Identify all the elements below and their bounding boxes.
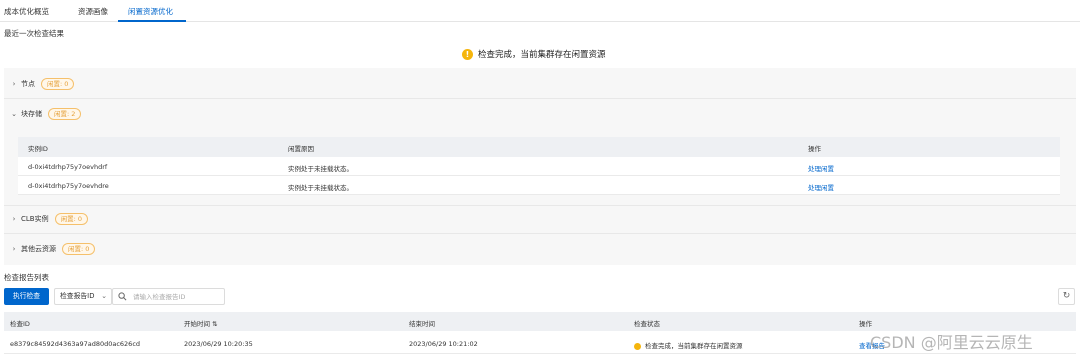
idle-count-badge: 闲置: 0 xyxy=(62,243,96,255)
report-list-title: 检查报告列表 xyxy=(4,273,49,282)
idle-count-badge: 闲置: 0 xyxy=(54,213,88,225)
column-header-idle-reason: 闲置原因 xyxy=(288,145,314,153)
category-other-cloud-header[interactable]: › 其他云资源 闲置: 0 xyxy=(10,240,1070,258)
report-id-filter-select[interactable]: 检查报告ID ⌄ xyxy=(54,288,112,305)
divider xyxy=(4,233,1076,234)
instance-id: d-0xi4tdrhp75y7oevhdre xyxy=(28,182,109,190)
table-row: d-0xi4tdrhp75y7oevhdrf 实例处于未挂载状态。 处理闲置 xyxy=(18,157,1060,176)
check-id: e8379c84592d4363a97ad80d0ac626cd xyxy=(10,340,141,348)
category-node-header[interactable]: › 节点 闲置: 0 xyxy=(10,75,1070,93)
start-time: 2023/06/29 10:20:35 xyxy=(184,340,253,348)
column-header-action: 操作 xyxy=(859,320,872,328)
check-result-panel: ! 检查完成，当前集群存在闲置资源 › 节点 闲置: 0 ⌄ 块存储 闲置: 2… xyxy=(4,40,1076,265)
search-icon xyxy=(118,292,127,301)
column-header-status: 检查状态 xyxy=(634,320,660,328)
category-label: 节点 xyxy=(21,80,35,88)
idle-reason: 实例处于未挂载状态。 xyxy=(288,184,353,192)
check-status-banner: ! 检查完成，当前集群存在闲置资源 xyxy=(4,40,1076,68)
tab-bar: 成本优化概览 资源画像 闲置资源优化 xyxy=(0,0,1080,22)
instance-id: d-0xi4tdrhp75y7oevhdrf xyxy=(28,163,108,171)
category-label: 其他云资源 xyxy=(21,245,56,253)
run-check-button[interactable]: 执行检查 xyxy=(4,288,49,305)
chevron-right-icon: › xyxy=(12,245,16,253)
select-value: 检查报告ID xyxy=(60,292,95,300)
column-header-action: 操作 xyxy=(808,145,821,153)
category-block-storage-header[interactable]: ⌄ 块存储 闲置: 2 xyxy=(10,105,1070,123)
tab-cost-overview[interactable]: 成本优化概览 xyxy=(4,6,49,17)
watermark: CSDN @阿里云云原生 xyxy=(870,333,1033,352)
check-status: 检查完成，当前集群存在闲置资源 xyxy=(634,340,743,350)
warning-status-icon xyxy=(634,342,641,350)
chevron-down-icon: ⌄ xyxy=(101,292,107,300)
handle-idle-link[interactable]: 处理闲置 xyxy=(808,163,834,173)
column-header-instance-id: 实例ID xyxy=(28,145,48,153)
category-label: CLB实例 xyxy=(21,215,49,223)
column-header-end-time: 结束时间 xyxy=(409,320,435,328)
sort-icon[interactable]: ⇅ xyxy=(212,320,217,328)
search-input[interactable] xyxy=(133,291,221,302)
refresh-icon: ↻ xyxy=(1062,291,1071,301)
divider xyxy=(4,98,1076,99)
divider xyxy=(4,205,1076,206)
column-header-start-time[interactable]: 开始时间 ⇅ xyxy=(184,318,218,328)
idle-count-badge: 闲置: 2 xyxy=(48,108,82,120)
last-check-title: 最近一次检查结果 xyxy=(4,29,64,38)
idle-count-badge: 闲置: 0 xyxy=(41,78,75,90)
check-status-text: 检查完成，当前集群存在闲置资源 xyxy=(478,50,606,60)
tab-resource-profile[interactable]: 资源画像 xyxy=(78,6,108,17)
chevron-down-icon: ⌄ xyxy=(11,110,17,118)
table-header: 实例ID 闲置原因 操作 xyxy=(18,137,1060,157)
refresh-button[interactable]: ↻ xyxy=(1058,288,1075,305)
end-time: 2023/06/29 10:21:02 xyxy=(409,340,478,348)
tab-idle-resource-optimization[interactable]: 闲置资源优化 xyxy=(128,6,173,17)
chevron-right-icon: › xyxy=(12,215,16,223)
report-search-box xyxy=(112,288,225,305)
chevron-right-icon: › xyxy=(12,80,16,88)
category-clb-header[interactable]: › CLB实例 闲置: 0 xyxy=(10,210,1070,228)
column-header-check-id: 检查ID xyxy=(10,320,30,328)
handle-idle-link[interactable]: 处理闲置 xyxy=(808,182,834,192)
table-row: d-0xi4tdrhp75y7oevhdre 实例处于未挂载状态。 处理闲置 xyxy=(18,176,1060,195)
active-tab-indicator xyxy=(118,20,186,22)
category-label: 块存储 xyxy=(21,110,42,118)
idle-reason: 实例处于未挂载状态。 xyxy=(288,165,353,173)
warning-icon: ! xyxy=(462,48,473,60)
